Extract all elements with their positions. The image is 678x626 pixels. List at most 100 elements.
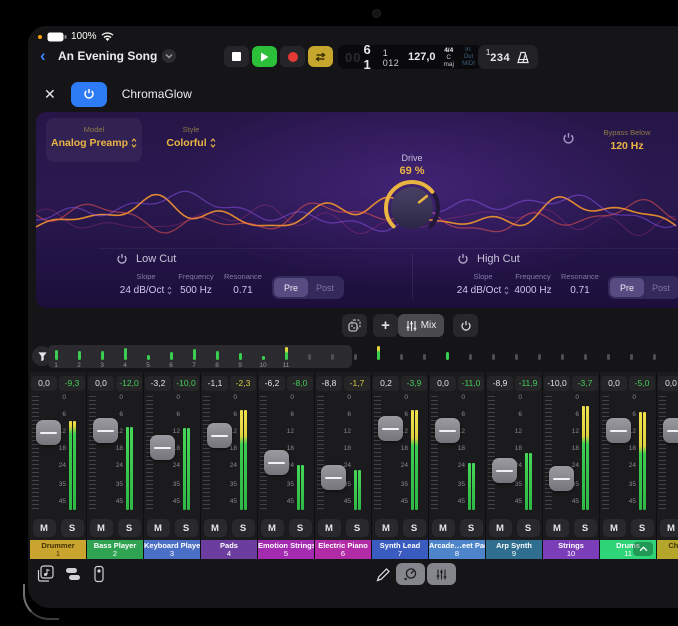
solo-button[interactable]: S xyxy=(118,519,141,537)
fader-handle[interactable] xyxy=(150,435,175,460)
mute-button[interactable]: M xyxy=(90,519,113,537)
mute-button[interactable]: M xyxy=(660,519,678,537)
solo-button[interactable]: S xyxy=(460,519,483,537)
fader-handle[interactable] xyxy=(264,450,289,475)
volume-value[interactable]: -1,1 xyxy=(202,376,228,391)
fader-handle[interactable] xyxy=(549,466,574,491)
fader-handle[interactable] xyxy=(606,418,631,443)
solo-button[interactable]: S xyxy=(403,519,426,537)
high-cut-resonance[interactable]: Resonance 0.71 xyxy=(542,272,618,296)
track-name-plate[interactable]: Chorus V xyxy=(657,540,678,559)
low-cut-power-icon[interactable] xyxy=(116,253,128,265)
model-selector[interactable]: Model Analog Preamp xyxy=(46,118,142,162)
mute-button[interactable]: M xyxy=(603,519,626,537)
fader-handle[interactable] xyxy=(663,418,678,443)
record-button[interactable] xyxy=(280,46,305,67)
song-title[interactable]: An Evening Song xyxy=(58,49,176,63)
high-cut-power-icon[interactable] xyxy=(457,253,469,265)
fader-handle[interactable] xyxy=(435,418,460,443)
pre-option[interactable]: Pre xyxy=(610,278,644,297)
pencil-icon[interactable] xyxy=(376,567,391,582)
mute-button[interactable]: M xyxy=(33,519,56,537)
add-track-button[interactable]: + xyxy=(373,314,398,337)
track-name-plate[interactable]: Strings 10 xyxy=(543,540,599,559)
count-in-button[interactable]: 1234 xyxy=(486,48,510,66)
solo-button[interactable]: S xyxy=(175,519,198,537)
close-plugin-icon[interactable]: ✕ xyxy=(44,86,56,103)
solo-button[interactable]: S xyxy=(574,519,597,537)
fader-strip-icon[interactable] xyxy=(92,565,106,583)
drive-knob[interactable] xyxy=(380,176,444,240)
volume-value[interactable]: 0,0 xyxy=(88,376,114,391)
track-overview-strip[interactable]: 1234567891011 xyxy=(28,345,678,369)
track-name-plate[interactable]: Emotion Strings 5 xyxy=(258,540,314,559)
play-button[interactable] xyxy=(252,46,277,67)
volume-value[interactable]: -6,2 xyxy=(259,376,285,391)
fader-handle[interactable] xyxy=(93,418,118,443)
fader-handle[interactable] xyxy=(378,416,403,441)
solo-button[interactable]: S xyxy=(517,519,540,537)
lcd-display[interactable]: 00 6 1 1 012 127,0 4/4 C maj In: Out MID… xyxy=(338,45,482,69)
track-name-plate[interactable]: Arcade…eet Pad 8 xyxy=(429,540,485,559)
song-menu-chevron-icon[interactable] xyxy=(162,49,176,63)
volume-value[interactable]: 0,2 xyxy=(373,376,399,391)
volume-value[interactable]: 0,0 xyxy=(31,376,57,391)
track-name-plate[interactable]: Pads 4 xyxy=(201,540,257,559)
track-name-plate[interactable]: Electric Piano 6 xyxy=(315,540,371,559)
track-name-plate[interactable]: Keyboard Player 3 xyxy=(144,540,200,559)
mute-button[interactable]: M xyxy=(147,519,170,537)
volume-value[interactable]: 0,0 xyxy=(430,376,456,391)
pre-option[interactable]: Pre xyxy=(274,278,308,297)
mix-button[interactable]: Mix xyxy=(398,314,444,337)
track-name-plate[interactable]: Bass Player 2 xyxy=(87,540,143,559)
mute-button[interactable]: M xyxy=(261,519,284,537)
browser-icon[interactable] xyxy=(64,565,82,583)
track-name-plate[interactable]: Drums 11 xyxy=(600,540,656,559)
volume-value[interactable]: -8,8 xyxy=(316,376,342,391)
mute-button[interactable]: M xyxy=(432,519,455,537)
style-selector[interactable]: Style Colorful xyxy=(148,118,234,162)
volume-value[interactable]: -8,9 xyxy=(487,376,513,391)
solo-button[interactable]: S xyxy=(232,519,255,537)
stop-button[interactable] xyxy=(224,46,249,67)
back-button[interactable]: ‹ xyxy=(40,47,46,65)
status-bar: 100% xyxy=(38,29,114,44)
solo-button[interactable]: S xyxy=(61,519,84,537)
collapse-chevron-button[interactable] xyxy=(633,542,653,556)
solo-button[interactable]: S xyxy=(631,519,654,537)
duplicate-button[interactable] xyxy=(342,314,367,337)
volume-value[interactable]: -10,0 xyxy=(544,376,570,391)
level-control[interactable]: Level 0.0 xyxy=(648,121,678,152)
high-cut-pre-post-toggle[interactable]: Pre Post xyxy=(608,276,678,299)
mute-button[interactable]: M xyxy=(204,519,227,537)
mute-button[interactable]: M xyxy=(546,519,569,537)
fader-handle[interactable] xyxy=(321,465,346,490)
low-cut-pre-post-toggle[interactable]: Pre Post xyxy=(272,276,344,299)
solo-button[interactable]: S xyxy=(289,519,312,537)
track-name-plate[interactable]: Drummer 1 xyxy=(30,540,86,559)
mixer-power-button[interactable] xyxy=(453,314,478,337)
mute-button[interactable]: M xyxy=(489,519,512,537)
cycle-button[interactable] xyxy=(308,46,333,67)
volume-value[interactable]: 0,0 xyxy=(601,376,627,391)
track-name-plate[interactable]: Arp Synth 9 xyxy=(486,540,542,559)
mute-button[interactable]: M xyxy=(318,519,341,537)
bypass-power-icon[interactable] xyxy=(562,132,575,145)
post-option[interactable]: Post xyxy=(308,278,342,297)
mute-button[interactable]: M xyxy=(375,519,398,537)
fader-handle[interactable] xyxy=(36,420,61,445)
track-name-plate[interactable]: Synth Lead 7 xyxy=(372,540,428,559)
low-cut-resonance[interactable]: Resonance 0.71 xyxy=(205,272,281,296)
fader-handle[interactable] xyxy=(207,423,232,448)
smart-controls-button[interactable] xyxy=(396,563,425,585)
solo-button[interactable]: S xyxy=(346,519,369,537)
fader-handle[interactable] xyxy=(492,458,517,483)
mixer-view-button[interactable] xyxy=(427,563,456,585)
volume-value[interactable]: -3,2 xyxy=(145,376,171,391)
loop-browser-icon[interactable] xyxy=(36,565,56,583)
metronome-icon[interactable] xyxy=(516,51,530,64)
volume-value[interactable]: 0,0 xyxy=(658,376,678,391)
count-in-metronome-group[interactable]: 1234 xyxy=(478,45,538,69)
post-option[interactable]: Post xyxy=(644,278,678,297)
plugin-power-button[interactable] xyxy=(71,82,107,107)
